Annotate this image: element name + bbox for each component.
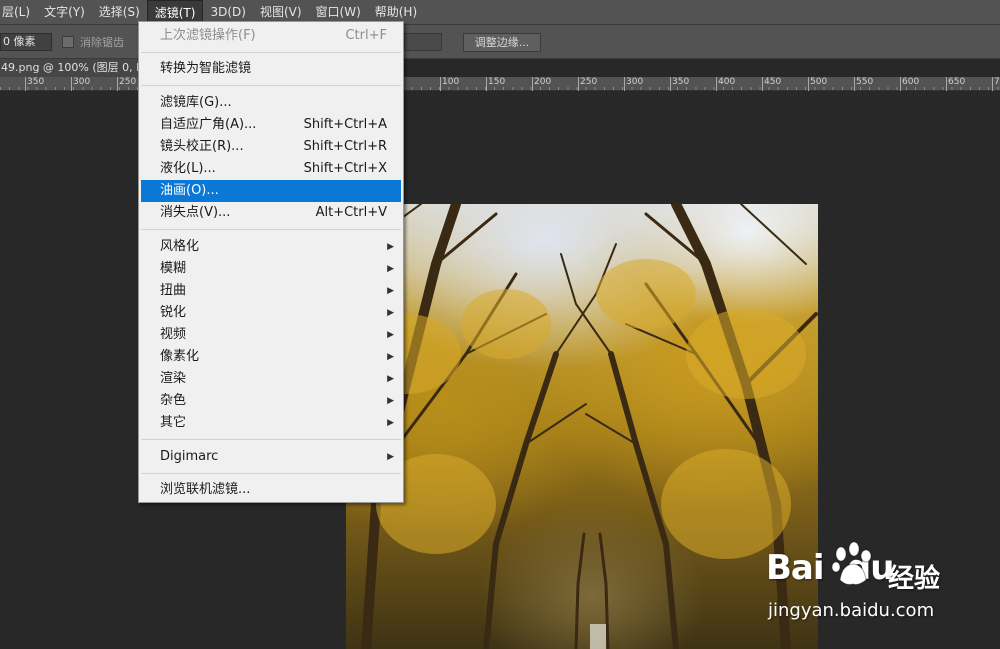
menu-item-label: 锐化 [160,305,187,320]
ruler-label: 250 [580,77,598,87]
menu-item-stylize[interactable]: 风格化 ▶ [141,236,401,258]
submenu-arrow-icon: ▶ [387,308,394,318]
ruler-label: 300 [626,77,644,87]
watermark-url: jingyan.baidu.com [768,600,935,621]
antialias-label: 消除锯齿 [80,36,124,49]
ruler-label: 350 [672,77,690,87]
menu-item-label: 镜头校正(R)... [160,139,244,154]
menu-item-label: 渲染 [160,371,187,386]
menu-item-render[interactable]: 渲染 ▶ [141,368,401,390]
submenu-arrow-icon: ▶ [387,418,394,428]
menu-item-label: 视频 [160,327,187,342]
menu-separator [141,85,401,86]
menu-item-label: 浏览联机滤镜... [160,482,251,497]
menu-item-lens-correction[interactable]: 镜头校正(R)... Shift+Ctrl+R [141,136,401,158]
menu-item-distort[interactable]: 扭曲 ▶ [141,280,401,302]
menu-item-filter-gallery[interactable]: 滤镜库(G)... [141,92,401,114]
menu-item-label: 液化(L)... [160,161,216,176]
ruler-label: 600 [902,77,920,87]
menu-item-noise[interactable]: 杂色 ▶ [141,390,401,412]
shortcut-label: Alt+Ctrl+V [315,205,387,220]
shortcut-label: Shift+Ctrl+R [303,139,388,154]
menu-item-label: 转换为智能滤镜 [160,61,252,76]
menu-item-label: 杂色 [160,393,187,408]
submenu-arrow-icon: ▶ [387,396,394,406]
menu-item-pixelate[interactable]: 像素化 ▶ [141,346,401,368]
filter-dropdown-menu: 上次滤镜操作(F) Ctrl+F 转换为智能滤镜 滤镜库(G)... 自适应广角… [138,21,404,503]
menu-item-last-filter: 上次滤镜操作(F) Ctrl+F [141,25,401,47]
baidu-jingyan-watermark: Baiddu 经验 jingyan.baidu.com [766,540,996,630]
menu-item-label: 油画(O)... [160,183,219,198]
ruler-label: 500 [810,77,828,87]
menu-item-label: 其它 [160,415,187,430]
ruler-label: 150 [488,77,506,87]
menu-item-other[interactable]: 其它 ▶ [141,412,401,434]
menu-separator [141,473,401,474]
menu-item-label: 像素化 [160,349,200,364]
menu-item-convert-smart-filter[interactable]: 转换为智能滤镜 [141,58,401,80]
menu-item-adaptive-wide-angle[interactable]: 自适应广角(A)... Shift+Ctrl+A [141,114,401,136]
ruler-label: 650 [948,77,966,87]
menu-item-video[interactable]: 视频 ▶ [141,324,401,346]
menu-item-label: 上次滤镜操作(F) [160,28,256,43]
refine-edge-button[interactable]: 调整边缘... [463,33,541,52]
ruler-label: 450 [764,77,782,87]
canvas-image[interactable] [346,204,818,649]
document-tab[interactable]: 49.png @ 100% (图层 0, RGB [0,59,140,77]
shortcut-label: Shift+Ctrl+X [303,161,387,176]
submenu-arrow-icon: ▶ [387,330,394,340]
menu-item-label: 消失点(V)... [160,205,231,220]
menu-type[interactable]: 文字(Y) [37,0,92,25]
ruler-label: 100 [442,77,460,87]
menu-item-label: 扭曲 [160,283,187,298]
menu-layer[interactable]: 层(L) [0,0,37,25]
ruler-label: 250 [119,77,137,87]
submenu-arrow-icon: ▶ [387,352,394,362]
shortcut-label: Shift+Ctrl+A [303,117,387,132]
menu-item-blur[interactable]: 模糊 ▶ [141,258,401,280]
menu-item-label: 风格化 [160,239,200,254]
submenu-arrow-icon: ▶ [387,452,394,462]
submenu-arrow-icon: ▶ [387,374,394,384]
ruler-label: 300 [73,77,91,87]
menu-item-label: Digimarc [160,449,219,464]
paw-icon [831,541,872,585]
menu-item-label: 滤镜库(G)... [160,95,232,110]
menu-separator [141,229,401,230]
antialias-checkbox[interactable] [62,36,74,48]
menu-item-digimarc[interactable]: Digimarc ▶ [141,446,401,468]
tree-branches-graphic [346,204,818,649]
ruler-label: 350 [27,77,45,87]
feather-input[interactable]: 0 像素 [0,33,52,51]
menu-item-label: 模糊 [160,261,187,276]
ruler-label: 200 [534,77,552,87]
menu-item-liquify[interactable]: 液化(L)... Shift+Ctrl+X [141,158,401,180]
height-input[interactable] [404,33,442,51]
ruler-label: 7 [994,77,1000,87]
jingyan-text: 经验 [888,564,941,594]
menu-separator [141,439,401,440]
menu-separator [141,52,401,53]
ruler-label: 400 [718,77,736,87]
submenu-arrow-icon: ▶ [387,286,394,296]
ruler-label: 550 [856,77,874,87]
menu-item-sharpen[interactable]: 锐化 ▶ [141,302,401,324]
shortcut-label: Ctrl+F [345,28,387,43]
menu-item-browse-online-filters[interactable]: 浏览联机滤镜... [141,479,401,501]
menu-item-oil-paint[interactable]: 油画(O)... [141,180,401,202]
menu-item-vanishing-point[interactable]: 消失点(V)... Alt+Ctrl+V [141,202,401,224]
menu-item-label: 自适应广角(A)... [160,117,257,132]
submenu-arrow-icon: ▶ [387,242,394,252]
submenu-arrow-icon: ▶ [387,264,394,274]
